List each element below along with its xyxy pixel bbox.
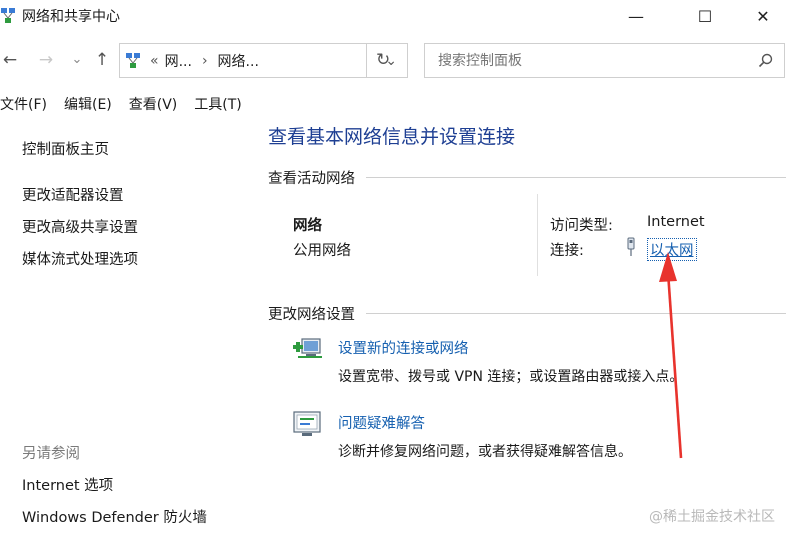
watermark: @稀土掘金技术社区: [649, 509, 775, 525]
annotation-arrow: [659, 252, 683, 459]
